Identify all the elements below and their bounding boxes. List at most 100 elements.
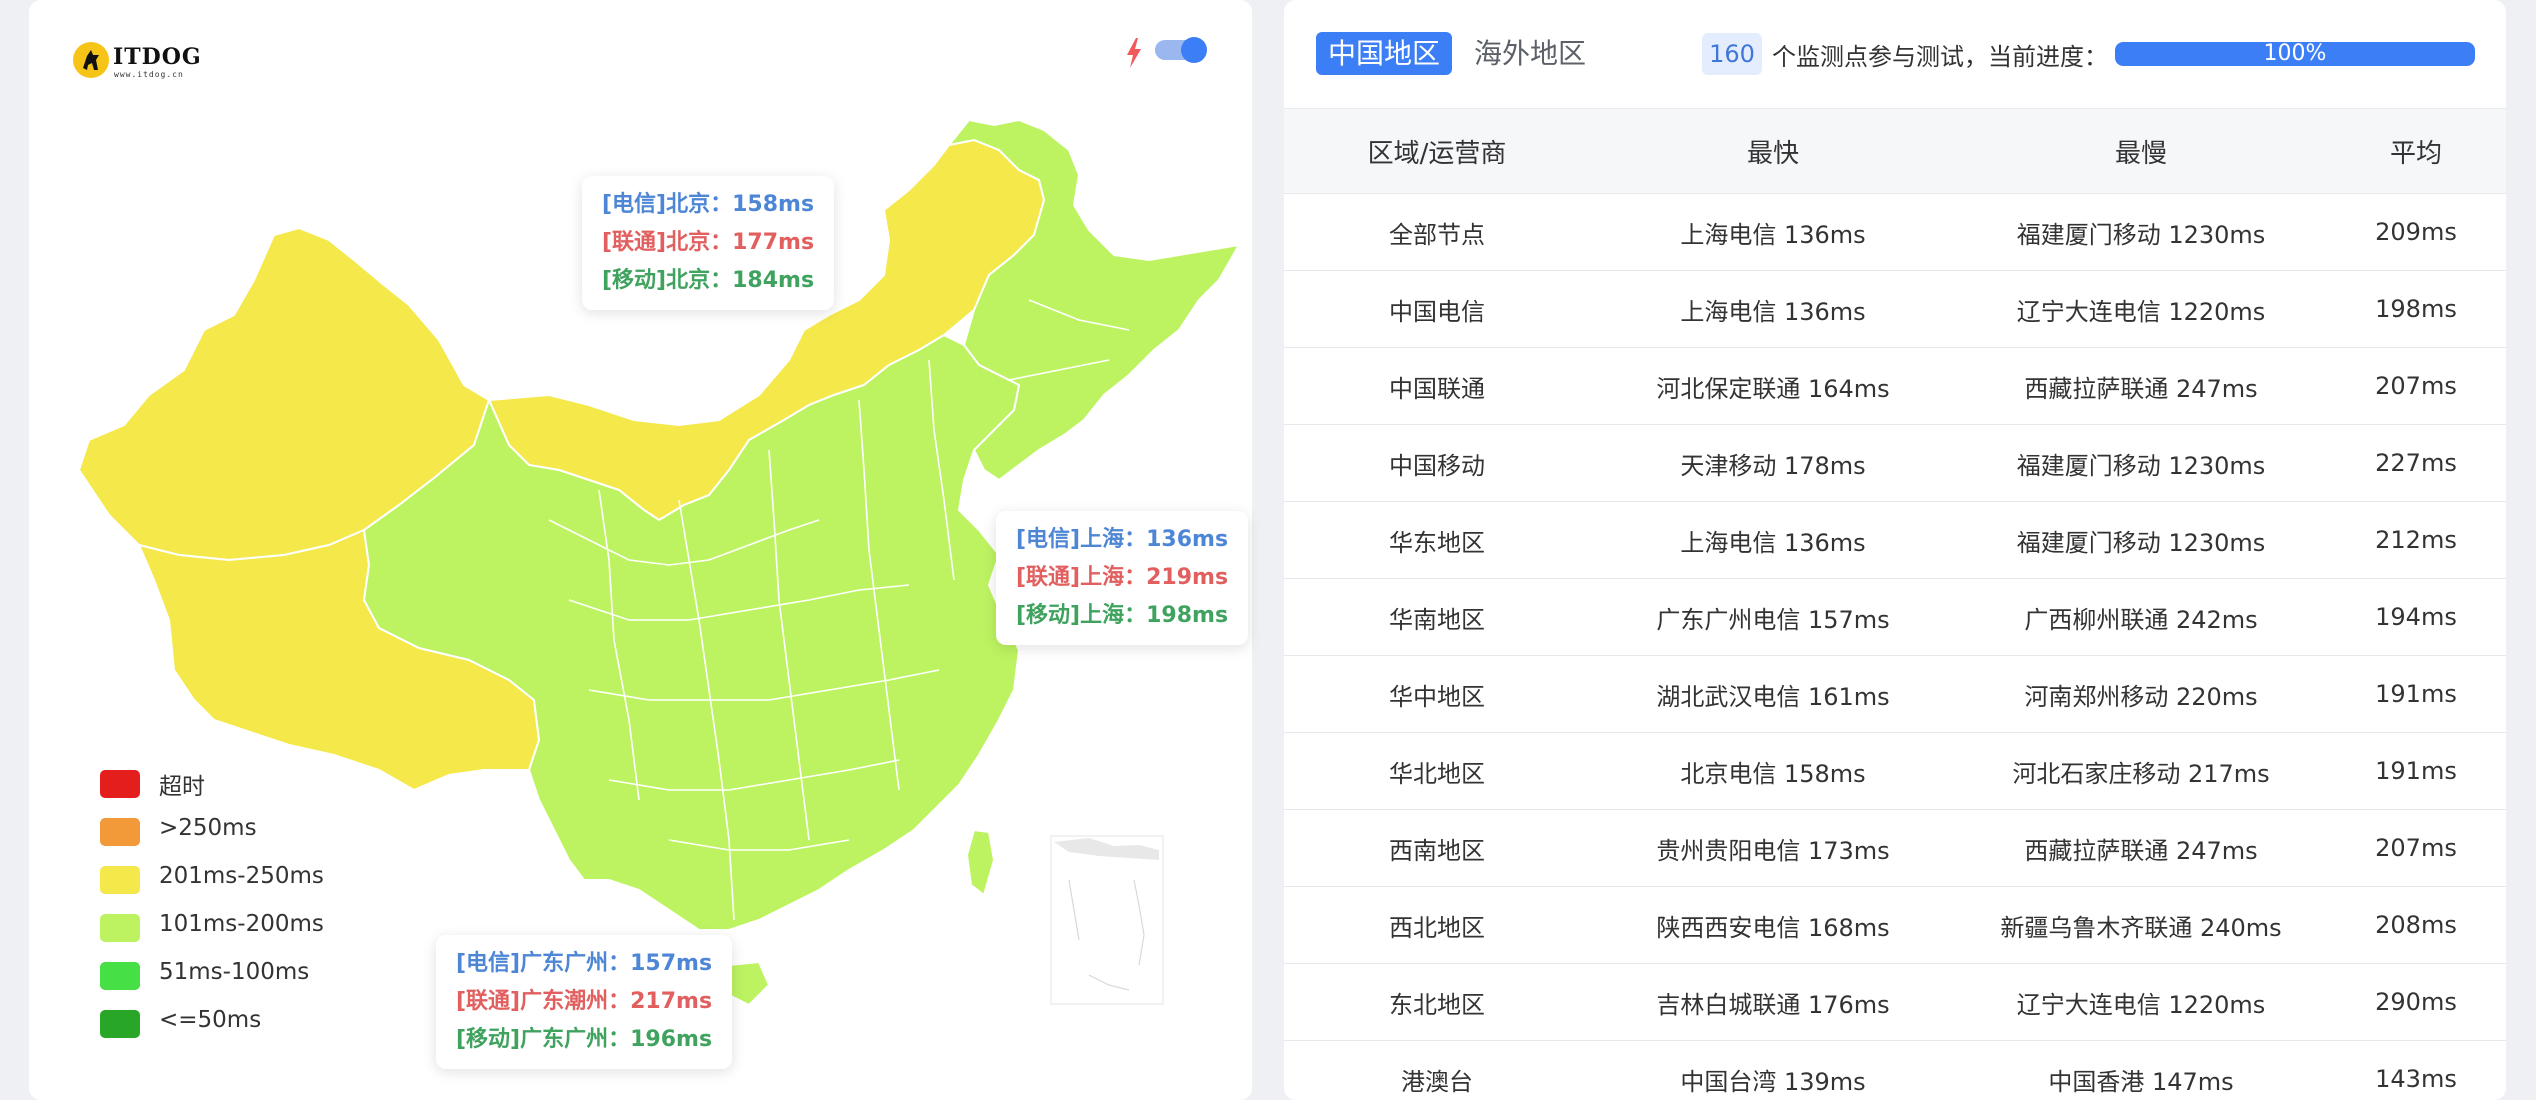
table-header-row: 区域/运营商 最快 最慢 平均 (1284, 109, 2506, 194)
tooltip-shanghai-yidong: [移动]上海：198ms (1016, 603, 1229, 628)
tooltip-beijing-dianxin: [电信]北京：158ms (602, 192, 815, 217)
table-row: 西北地区 陕西西安电信 168ms 新疆乌鲁木齐联通 240ms 208ms (1284, 886, 2506, 964)
header-region[interactable]: 区域/运营商 (1284, 109, 1590, 194)
cell-fastest: 上海电信 136ms (1590, 193, 1956, 271)
cell-fastest: 天津移动 178ms (1590, 424, 1956, 502)
cell-region: 西南地区 (1284, 809, 1590, 887)
legend-label: 超时 (159, 774, 205, 800)
cell-region: 华北地区 (1284, 732, 1590, 810)
cell-region: 全部节点 (1284, 193, 1590, 271)
cell-average: 212ms (2326, 501, 2506, 579)
cell-slowest: 福建厦门移动 1230ms (1956, 193, 2326, 271)
tooltip-shanghai: [电信]上海：136ms [联通]上海：219ms [移动]上海：198ms (996, 511, 1249, 645)
cell-fastest: 广东广州电信 157ms (1590, 578, 1956, 656)
tooltip-guangzhou-yidong: [移动]广东广州：196ms (456, 1027, 713, 1052)
cell-slowest: 辽宁大连电信 1220ms (1956, 270, 2326, 348)
cell-fastest: 上海电信 136ms (1590, 270, 1956, 348)
tooltip-shanghai-liantong: [联通]上海：219ms (1016, 565, 1229, 590)
cell-region: 中国移动 (1284, 424, 1590, 502)
cell-slowest: 河北石家庄移动 217ms (1956, 732, 2326, 810)
table-row: 西南地区 贵州贵阳电信 173ms 西藏拉萨联通 247ms 207ms (1284, 809, 2506, 887)
cell-slowest: 福建厦门移动 1230ms (1956, 501, 2326, 579)
table-row: 中国电信 上海电信 136ms 辽宁大连电信 1220ms 198ms (1284, 270, 2506, 348)
header-slowest[interactable]: 最慢 (1956, 109, 2326, 194)
table-row: 华中地区 湖北武汉电信 161ms 河南郑州移动 220ms 191ms (1284, 655, 2506, 733)
region-tabbar: 中国地区 海外地区 160 个监测点参与测试，当前进度： 100% (1284, 0, 2506, 109)
tooltip-guangzhou-liantong: [联通]广东潮州：217ms (456, 989, 713, 1014)
legend-swatch (100, 1010, 140, 1038)
cell-average: 191ms (2326, 732, 2506, 810)
monitor-count-text: 个监测点参与测试，当前进度： (1772, 43, 2108, 71)
cell-fastest: 河北保定联通 164ms (1590, 347, 1956, 425)
cell-slowest: 福建厦门移动 1230ms (1956, 424, 2326, 502)
table-row: 港澳台 中国台湾 139ms 中国香港 147ms 143ms (1284, 1040, 2506, 1100)
progress-label: 100% (2263, 42, 2327, 66)
legend-label: >250ms (159, 815, 257, 841)
cell-fastest: 贵州贵阳电信 173ms (1590, 809, 1956, 887)
table-row: 全部节点 上海电信 136ms 福建厦门移动 1230ms 209ms (1284, 193, 2506, 271)
legend-swatch (100, 914, 140, 942)
cell-average: 208ms (2326, 886, 2506, 964)
legend-swatch (100, 962, 140, 990)
monitor-count-badge: 160 (1702, 33, 1762, 75)
cell-average: 207ms (2326, 347, 2506, 425)
progress-fill: 100% (2115, 42, 2475, 66)
legend-swatch (100, 770, 140, 798)
cell-fastest: 陕西西安电信 168ms (1590, 886, 1956, 964)
region-hainan[interactable] (728, 960, 771, 1007)
legend-swatch (100, 866, 140, 894)
cell-average: 191ms (2326, 655, 2506, 733)
tooltip-beijing-liantong: [联通]北京：177ms (602, 230, 815, 255)
cell-region: 港澳台 (1284, 1040, 1590, 1100)
cell-average: 198ms (2326, 270, 2506, 348)
results-panel: 中国地区 海外地区 160 个监测点参与测试，当前进度： 100% 区域/运营商… (1284, 0, 2506, 1100)
cell-region: 西北地区 (1284, 886, 1590, 964)
map-panel: ITDOG www.itdog.cn [电信]北京：158ms [联通]北京：1… (29, 0, 1252, 1100)
tooltip-beijing: [电信]北京：158ms [联通]北京：177ms [移动]北京：184ms (582, 176, 835, 310)
table-row: 中国移动 天津移动 178ms 福建厦门移动 1230ms 227ms (1284, 424, 2506, 502)
cell-average: 143ms (2326, 1040, 2506, 1100)
cell-slowest: 广西柳州联通 242ms (1956, 578, 2326, 656)
table-row: 东北地区 吉林白城联通 176ms 辽宁大连电信 1220ms 290ms (1284, 963, 2506, 1041)
cell-region: 中国电信 (1284, 270, 1590, 348)
cell-region: 华南地区 (1284, 578, 1590, 656)
region-taiwan[interactable] (965, 828, 996, 897)
results-table: 区域/运营商 最快 最慢 平均 全部节点 上海电信 136ms 福建厦门移动 123… (1284, 109, 2506, 1100)
table-row: 中国联通 河北保定联通 164ms 西藏拉萨联通 247ms 207ms (1284, 347, 2506, 425)
cell-average: 209ms (2326, 193, 2506, 271)
cell-region: 华东地区 (1284, 501, 1590, 579)
cell-fastest: 北京电信 158ms (1590, 732, 1956, 810)
tab-china[interactable]: 中国地区 (1316, 32, 1453, 75)
cell-average: 227ms (2326, 424, 2506, 502)
cell-fastest: 湖北武汉电信 161ms (1590, 655, 1956, 733)
cell-average: 207ms (2326, 809, 2506, 887)
cell-average: 194ms (2326, 578, 2506, 656)
cell-fastest: 中国台湾 139ms (1590, 1040, 1956, 1100)
tooltip-guangzhou: [电信]广东广州：157ms [联通]广东潮州：217ms [移动]广东广州：1… (436, 935, 733, 1069)
tab-overseas[interactable]: 海外地区 (1474, 32, 1586, 75)
tooltip-guangzhou-dianxin: [电信]广东广州：157ms (456, 951, 713, 976)
legend-label: 51ms-100ms (159, 959, 310, 985)
tooltip-shanghai-dianxin: [电信]上海：136ms (1016, 527, 1229, 552)
cell-fastest: 上海电信 136ms (1590, 501, 1956, 579)
table-row: 华东地区 上海电信 136ms 福建厦门移动 1230ms 212ms (1284, 501, 2506, 579)
cell-slowest: 西藏拉萨联通 247ms (1956, 809, 2326, 887)
legend-label: 101ms-200ms (159, 911, 324, 937)
table-row: 华北地区 北京电信 158ms 河北石家庄移动 217ms 191ms (1284, 732, 2506, 810)
south-sea-inset (1050, 835, 1164, 1005)
header-average[interactable]: 平均 (2326, 109, 2506, 194)
cell-fastest: 吉林白城联通 176ms (1590, 963, 1956, 1041)
legend-label: <=50ms (159, 1007, 262, 1033)
cell-slowest: 西藏拉萨联通 247ms (1956, 347, 2326, 425)
cell-slowest: 辽宁大连电信 1220ms (1956, 963, 2326, 1041)
progress-bar: 100% (2115, 42, 2475, 66)
header-fastest[interactable]: 最快 (1590, 109, 1956, 194)
cell-slowest: 河南郑州移动 220ms (1956, 655, 2326, 733)
cell-slowest: 新疆乌鲁木齐联通 240ms (1956, 886, 2326, 964)
cell-slowest: 中国香港 147ms (1956, 1040, 2326, 1100)
table-row: 华南地区 广东广州电信 157ms 广西柳州联通 242ms 194ms (1284, 578, 2506, 656)
legend-label: 201ms-250ms (159, 863, 324, 889)
cell-region: 中国联通 (1284, 347, 1590, 425)
legend-swatch (100, 818, 140, 846)
tooltip-beijing-yidong: [移动]北京：184ms (602, 268, 815, 293)
